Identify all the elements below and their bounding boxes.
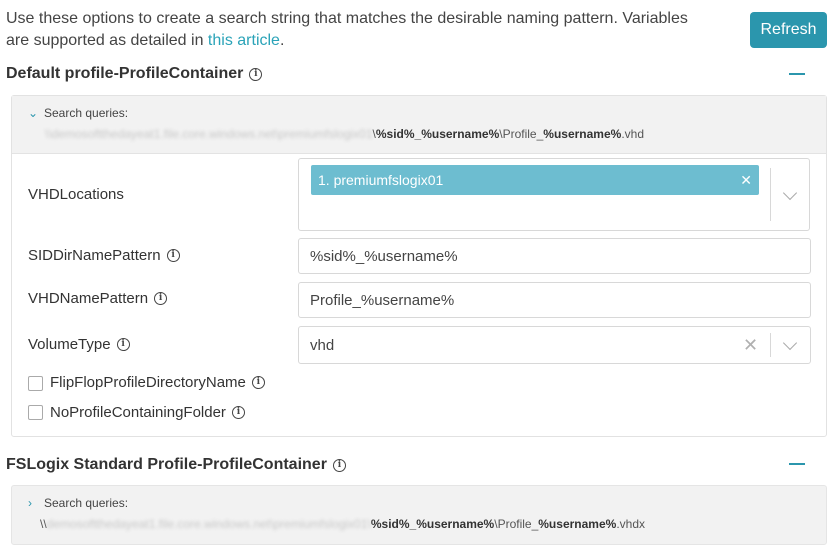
query-mid: \Profile_ [499, 127, 544, 141]
info-icon[interactable]: i [332, 458, 346, 472]
clear-selection-icon[interactable]: ✕ [743, 336, 758, 354]
section-title-fslogix-standard: FSLogix Standard Profile-ProfileContaine… [6, 456, 346, 474]
flip-flop-profile-directory-name-checkbox[interactable] [28, 376, 43, 391]
volume-type-label: VolumeType i [28, 336, 130, 353]
search-queries-toggle[interactable]: ⌄ Search queries: [28, 106, 128, 120]
flip-flop-label-text: FlipFlopProfileDirectoryName [50, 374, 246, 391]
sid-dir-name-pattern-label: SIDDirNamePattern i [28, 247, 180, 264]
vhd-location-chip: 1. premiumfslogix01 ✕ [311, 165, 759, 195]
query-bold-username: %username% [543, 127, 622, 141]
volume-type-select[interactable]: vhd [298, 326, 811, 364]
query-bold-username: %username% [538, 517, 617, 531]
remove-chip-icon[interactable]: ✕ [740, 172, 752, 189]
query-suffix: .vhd [621, 127, 645, 141]
search-query-path: \\demosoftthedayeat1.file.core.windows.n… [45, 127, 644, 141]
sid-dir-name-pattern-label-text: SIDDirNamePattern [28, 247, 161, 264]
select-separator [770, 168, 771, 221]
info-icon[interactable]: i [116, 338, 130, 351]
chip-label: 1. premiumfslogix01 [318, 172, 444, 188]
info-icon[interactable]: i [154, 292, 168, 305]
vhd-name-pattern-input[interactable]: Profile_%username% [298, 282, 811, 318]
collapse-section-button[interactable] [789, 73, 805, 75]
query-mid: \Profile_ [494, 517, 539, 531]
query-prefix: \\ [40, 517, 47, 531]
search-query-path: \\demosoftthedayeat1.file.core.windows.n… [40, 517, 645, 531]
search-queries-box [11, 485, 827, 545]
blurred-storage-path: demosoftthedayeat1.file.core.windows.net… [46, 517, 371, 531]
query-bold-sid: %sid%_%username% [370, 517, 495, 531]
intro-period: . [279, 32, 285, 49]
intro-text: Use these options to create a search str… [6, 8, 706, 52]
chevron-down-icon: ⌄ [28, 106, 39, 120]
search-queries-toggle[interactable]: › Search queries: [28, 496, 128, 510]
vhd-locations-label: VHDLocations [28, 186, 124, 203]
no-profile-containing-folder-label: NoProfileContainingFolder i [50, 404, 245, 421]
select-separator [770, 333, 771, 357]
info-icon[interactable]: i [231, 406, 245, 419]
search-queries-label: Search queries: [44, 106, 129, 120]
info-icon[interactable]: i [249, 67, 263, 81]
section-title-default-profile: Default profile-ProfileContainer i [6, 65, 263, 83]
section-title-text: FSLogix Standard Profile-ProfileContaine… [6, 456, 327, 473]
info-icon[interactable]: i [251, 376, 265, 389]
search-queries-label: Search queries: [44, 496, 129, 510]
intro-body: Use these options to create a search str… [6, 10, 688, 49]
no-profile-folder-label-text: NoProfileContainingFolder [50, 404, 226, 421]
no-profile-containing-folder-checkbox[interactable] [28, 405, 43, 420]
this-article-link[interactable]: this article [208, 32, 280, 49]
vhd-name-pattern-label-text: VHDNamePattern [28, 290, 149, 307]
blurred-storage-path: \\demosoftthedayeat1.file.core.windows.n… [45, 127, 373, 141]
flip-flop-profile-directory-name-label: FlipFlopProfileDirectoryName i [50, 374, 265, 391]
sid-dir-name-pattern-input[interactable]: %sid%_%username% [298, 238, 811, 274]
query-bold-sid: %sid%_%username% [375, 127, 500, 141]
search-queries-box [12, 96, 826, 154]
section-title-text: Default profile-ProfileContainer [6, 65, 244, 82]
query-suffix: .vhdx [616, 517, 645, 531]
volume-type-label-text: VolumeType [28, 336, 111, 353]
collapse-section-button[interactable] [789, 463, 805, 465]
vhd-name-pattern-label: VHDNamePattern i [28, 290, 168, 307]
vhd-locations-label-text: VHDLocations [28, 186, 124, 203]
info-icon[interactable]: i [166, 249, 180, 262]
refresh-button[interactable]: Refresh [750, 12, 827, 48]
chevron-right-icon: › [28, 496, 32, 510]
